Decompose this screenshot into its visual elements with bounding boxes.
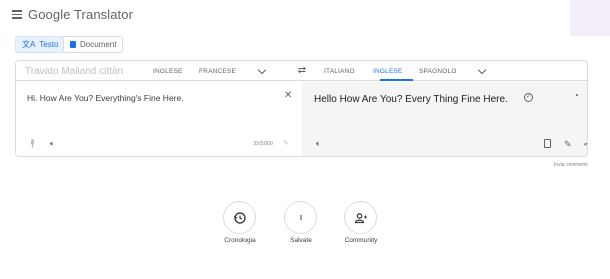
verified-icon[interactable]: ✓ <box>524 93 533 102</box>
translation-panel: Travato Maliand cittàn INGLESE FRANCESE … <box>15 60 588 157</box>
source-speaker-icon[interactable]: 🔈︎ <box>50 139 55 148</box>
history-label: Cronologia <box>224 237 256 244</box>
edit-icon[interactable]: ✎ <box>564 139 572 149</box>
target-text: Hello How Are You? Every Thing Fine Here… <box>314 94 508 105</box>
active-lang-indicator <box>380 79 413 81</box>
document-icon <box>70 41 76 48</box>
source-text[interactable]: Hi. How Are You? Everything's Fine Here. <box>27 93 184 103</box>
community-label: Community <box>344 237 378 244</box>
swap-languages-icon[interactable]: ⇄ <box>296 65 308 77</box>
source-pane[interactable]: Hi. How Are You? Everything's Fine Here.… <box>16 82 302 156</box>
target-pane: Hello How Are You? Every Thing Fine Here… <box>302 82 587 156</box>
send-feedback-link[interactable]: Invia commenti <box>554 162 588 168</box>
saved-label: Salvate <box>290 237 312 244</box>
source-lang-french[interactable]: FRANCESE <box>199 61 236 81</box>
copy-icon[interactable] <box>544 139 551 148</box>
history-button[interactable] <box>223 201 256 234</box>
community-button[interactable] <box>344 201 377 234</box>
clear-icon[interactable]: ✕ <box>284 91 292 101</box>
star-icon <box>300 214 301 220</box>
share-icon[interactable]: ⋖ <box>583 139 587 149</box>
top-bar: Google Translator <box>0 0 610 30</box>
source-lang-english[interactable]: INGLESE <box>153 61 183 81</box>
target-lang-english[interactable]: INGLESE <box>373 61 403 81</box>
tab-documents[interactable]: Document <box>63 36 124 53</box>
tab-text[interactable]: 文A Testo <box>15 36 66 53</box>
menu-icon[interactable] <box>12 10 22 19</box>
tab-text-label: Testo <box>39 40 59 49</box>
tab-documents-label: Document <box>80 40 117 49</box>
history-icon <box>233 211 246 224</box>
target-lang-chevron-down-icon[interactable] <box>477 65 487 75</box>
account-area[interactable] <box>570 0 610 36</box>
language-bar: Travato Maliand cittàn INGLESE FRANCESE … <box>16 61 587 81</box>
more-icon[interactable] <box>576 94 578 96</box>
source-lang-chevron-down-icon[interactable] <box>257 65 267 75</box>
microphone-icon[interactable] <box>29 139 35 148</box>
saved-button[interactable] <box>284 201 317 234</box>
target-lang-spanish[interactable]: SPAGNOLO <box>419 61 457 81</box>
community-icon <box>354 212 367 223</box>
handwriting-icon[interactable]: ✎ <box>283 139 289 147</box>
translate-icon: 文A <box>22 40 36 49</box>
detect-language[interactable]: Travato Maliand cittàn <box>25 61 123 81</box>
target-speaker-icon[interactable]: 🔈︎ <box>316 139 321 148</box>
app-title: Google Translator <box>28 7 134 22</box>
target-lang-italian[interactable]: ITALIANO <box>324 61 355 81</box>
char-count: 32/5000 <box>253 141 273 147</box>
